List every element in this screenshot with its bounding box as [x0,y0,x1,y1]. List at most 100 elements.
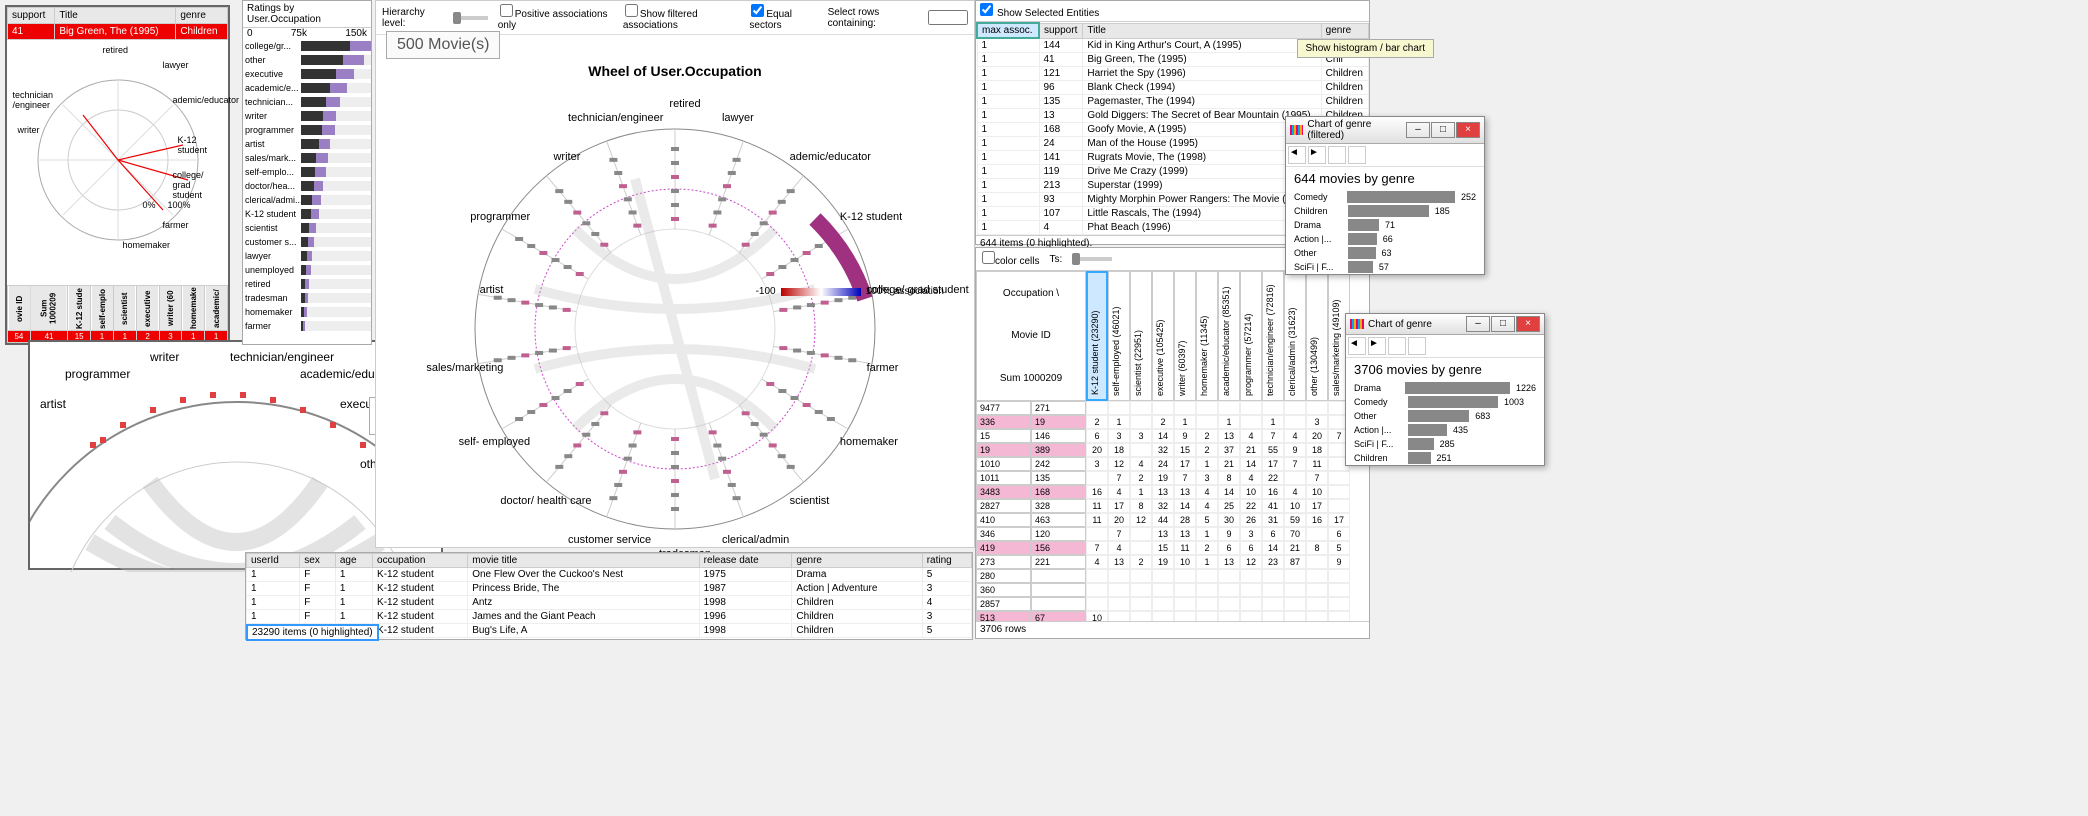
maximize-button[interactable]: □ [1431,122,1455,138]
ent-th-genre[interactable]: genre [1321,23,1368,38]
cont-col-header[interactable]: executive (105425) [1152,271,1174,401]
user-th[interactable]: rating [922,554,971,568]
ratings-bar-row[interactable]: artist [243,137,371,151]
close-button[interactable]: × [1516,316,1540,332]
entity-row[interactable]: 1135Pagemaster, The (1994)Children [977,95,1369,109]
ratings-bar-row[interactable]: scientist [243,221,371,235]
cont-col-header[interactable]: clerical/admin (31623) [1284,271,1306,401]
show-histogram-button[interactable]: Show histogram / bar chart [1297,39,1435,58]
back-icon[interactable]: ◄ [1288,146,1306,164]
show-selected-check[interactable]: Show Selected Entities [980,8,1099,19]
pos-assoc-check[interactable]: Positive associations only [498,4,613,31]
ratings-bar-row[interactable]: academic/e... [243,81,371,95]
cont-row[interactable]: 419156741511266142185 [976,541,1369,555]
cont-row[interactable]: 346120713131936706 [976,527,1369,541]
user-th[interactable]: release date [699,554,792,568]
cont-body[interactable]: 9477271336192121113151466331492134742071… [976,401,1369,621]
big-wheel[interactable]: retiredlawyerademic/educatorK-12 student… [435,89,915,569]
cont-row[interactable]: 41046311201244285302631591617 [976,513,1369,527]
ratings-bars[interactable]: college/gr...otherexecutiveacademic/e...… [243,39,371,333]
user-th[interactable]: occupation [373,554,468,568]
user-row[interactable]: 1F1K-12 studentJames and the Giant Peach… [247,610,972,624]
select-rows-input[interactable] [928,10,968,25]
cont-row[interactable]: 5136710 [976,611,1369,621]
cont-row[interactable]: 101113572197384227 [976,471,1369,485]
mini-selected-row[interactable]: 41 Big Green, The (1995) Children [8,24,228,40]
cont-col-header[interactable]: K-12 student (23290) [1086,271,1108,401]
tool-icon[interactable] [1388,337,1406,355]
user-row[interactable]: 1F1K-12 studentPrincess Bride, The1987Ac… [247,582,972,596]
cont-row[interactable]: 2857 [976,597,1369,611]
ratings-bar-row[interactable]: K-12 student [243,207,371,221]
cont-col-header[interactable]: homemaker (11345) [1196,271,1218,401]
equal-sectors-check[interactable]: Equal sectors [749,4,817,31]
cont-row[interactable]: 19389201832152372155918 [976,443,1369,457]
ratings-bar-row[interactable]: doctor/hea... [243,179,371,193]
cont-col-header[interactable]: scientist (22951) [1130,271,1152,401]
ratings-bar-row[interactable]: farmer [243,319,371,333]
ratings-bar-row[interactable]: college/gr... [243,39,371,53]
chart-filtered-titlebar[interactable]: Chart of genre (filtered) – □ × [1286,117,1484,144]
color-cells-check[interactable]: color cells [982,251,1039,267]
ratings-bar-row[interactable]: homemaker [243,305,371,319]
cont-row[interactable]: 15146633149213474207 [976,429,1369,443]
cont-col-header[interactable]: academic/educator (85351) [1218,271,1240,401]
user-row[interactable]: 1F1K-12 studentOne Flew Over the Cuckoo'… [247,568,972,582]
cont-row[interactable]: 273221413219101131223879 [976,555,1369,569]
maximize-button[interactable]: □ [1491,316,1515,332]
ratings-bar-row[interactable]: other [243,53,371,67]
user-th[interactable]: movie title [468,554,699,568]
cont-row[interactable]: 282732811178321442522411017 [976,499,1369,513]
ratings-bar-row[interactable]: retired [243,277,371,291]
cont-col-header[interactable]: other (130499) [1306,271,1328,401]
ratings-bar-row[interactable]: unemployed [243,263,371,277]
ratings-bar-row[interactable]: customer s... [243,235,371,249]
entity-row[interactable]: 196Blank Check (1994)Children [977,81,1369,95]
cont-row[interactable]: 3483168164113134141016410 [976,485,1369,499]
ratings-bar-row[interactable]: programmer [243,123,371,137]
cont-col-header[interactable]: writer (60397) [1174,271,1196,401]
user-th[interactable]: sex [300,554,336,568]
minimize-button[interactable]: – [1406,122,1430,138]
cont-row[interactable]: 360 [976,583,1369,597]
back-icon[interactable]: ◄ [1348,337,1366,355]
entity-row[interactable]: 1121Harriet the Spy (1996)Children [977,67,1369,81]
cont-col-header[interactable]: programmer (57214) [1240,271,1262,401]
mini-th-title[interactable]: Title [55,8,176,24]
palette-icon[interactable] [1348,146,1366,164]
user-th[interactable]: age [335,554,372,568]
user-th[interactable]: userId [247,554,300,568]
ratings-bar-row[interactable]: writer [243,109,371,123]
ratings-bar-row[interactable]: executive [243,67,371,81]
cont-col-header[interactable]: self-employed (46021) [1108,271,1130,401]
ratings-bar-row[interactable]: sales/mark... [243,151,371,165]
minimize-button[interactable]: – [1466,316,1490,332]
ratings-bar-row[interactable]: tradesman [243,291,371,305]
cont-col-header[interactable]: technician/engineer (72816) [1262,271,1284,401]
fwd-icon[interactable]: ► [1368,337,1386,355]
tool-icon[interactable] [1328,146,1346,164]
user-th[interactable]: genre [792,554,922,568]
mini-th-support[interactable]: support [8,8,55,24]
fwd-icon[interactable]: ► [1308,146,1326,164]
chart-all-titlebar[interactable]: Chart of genre – □ × [1346,314,1544,335]
mini-th-genre[interactable]: genre [176,8,228,24]
mini-wheel[interactable]: retired lawyer ademic/educator K-12 stud… [13,45,223,255]
ts-slider[interactable] [1072,257,1112,261]
palette-icon[interactable] [1408,337,1426,355]
ent-th-support[interactable]: support [1039,23,1083,38]
ent-th-title[interactable]: Title [1083,23,1321,38]
ratings-bar-row[interactable]: lawyer [243,249,371,263]
cont-row[interactable]: 280 [976,569,1369,583]
ent-th-maxassoc[interactable]: max assoc. [977,23,1039,38]
chart-window-all[interactable]: Chart of genre – □ × ◄ ► 3706 movies by … [1345,313,1545,466]
show-filtered-check[interactable]: Show filtered associations [623,4,740,31]
ratings-bar-row[interactable]: self-emplo... [243,165,371,179]
hierarchy-slider[interactable] [453,16,488,20]
close-button[interactable]: × [1456,122,1480,138]
cont-row[interactable]: 336192121113 [976,415,1369,429]
user-row[interactable]: 1F1K-12 studentAntz1998Children4 [247,596,972,610]
chart-window-filtered[interactable]: Chart of genre (filtered) – □ × ◄ ► 644 … [1285,116,1485,275]
cont-row[interactable]: 1010242312424171211417711 [976,457,1369,471]
ratings-bar-row[interactable]: technician... [243,95,371,109]
